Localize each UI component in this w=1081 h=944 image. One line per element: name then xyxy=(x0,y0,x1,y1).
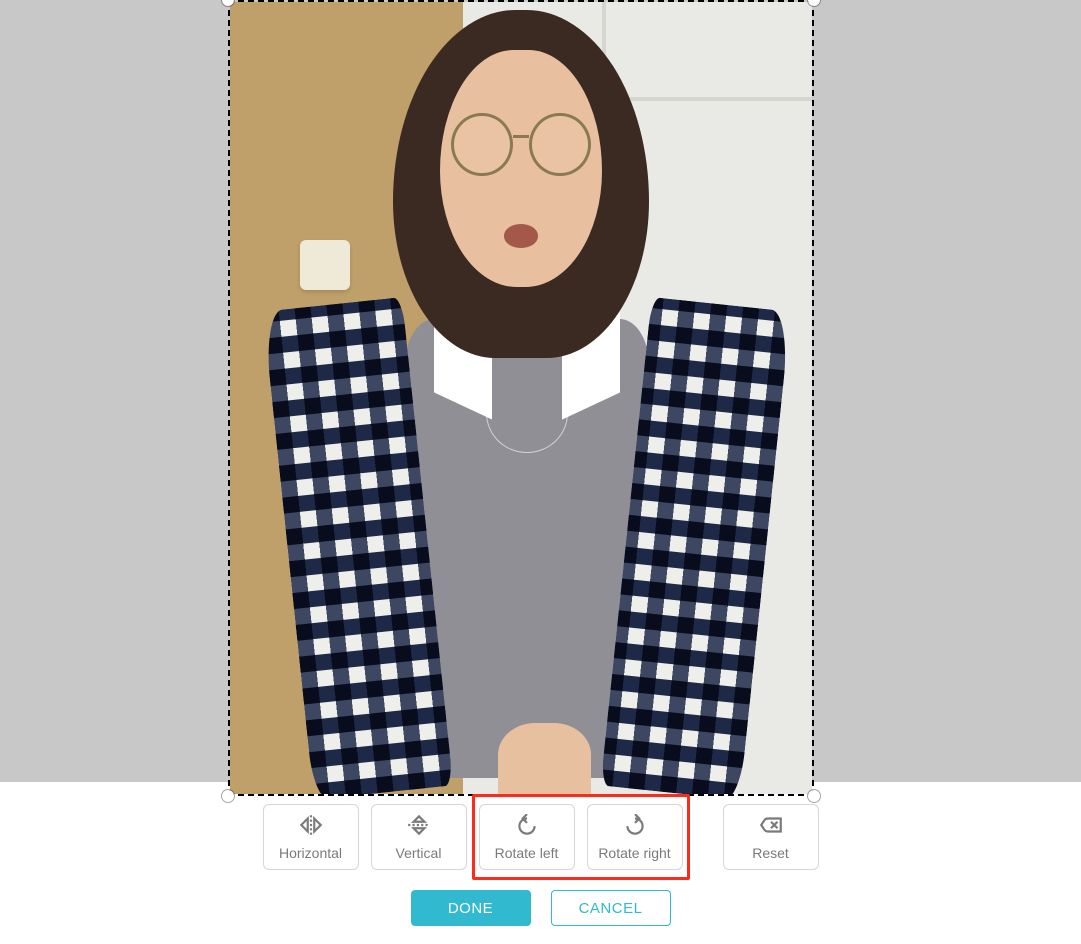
flip-vertical-label: Vertical xyxy=(396,845,442,861)
rotate-right-label: Rotate right xyxy=(598,845,670,861)
dialog-actions: DONE CANCEL xyxy=(0,870,1081,926)
cancel-button[interactable]: CANCEL xyxy=(551,890,671,926)
rotate-right-button[interactable]: Rotate right xyxy=(587,804,683,870)
reset-button[interactable]: Reset xyxy=(723,804,819,870)
flip-vertical-button[interactable]: Vertical xyxy=(371,804,467,870)
flip-horizontal-button[interactable]: Horizontal xyxy=(263,804,359,870)
crop-handle-bottom-left[interactable] xyxy=(222,790,234,802)
reset-icon xyxy=(758,814,784,839)
done-button[interactable]: DONE xyxy=(411,890,531,926)
rotate-left-label: Rotate left xyxy=(495,845,559,861)
flip-horizontal-label: Horizontal xyxy=(279,845,342,861)
rotate-right-icon xyxy=(622,814,648,839)
rotate-left-icon xyxy=(514,814,540,839)
flip-vertical-icon xyxy=(406,814,432,839)
done-label: DONE xyxy=(448,900,493,917)
image-canvas[interactable] xyxy=(0,14,1081,782)
crop-selection[interactable] xyxy=(228,0,814,796)
crop-handle-bottom-right[interactable] xyxy=(808,790,820,802)
flip-horizontal-icon xyxy=(298,814,324,839)
reset-label: Reset xyxy=(752,845,789,861)
cancel-label: CANCEL xyxy=(579,900,643,917)
transform-toolbar: Horizontal Vertical Rotate left Rotate r… xyxy=(263,804,819,870)
rotate-left-button[interactable]: Rotate left xyxy=(479,804,575,870)
photo-preview xyxy=(230,2,812,794)
